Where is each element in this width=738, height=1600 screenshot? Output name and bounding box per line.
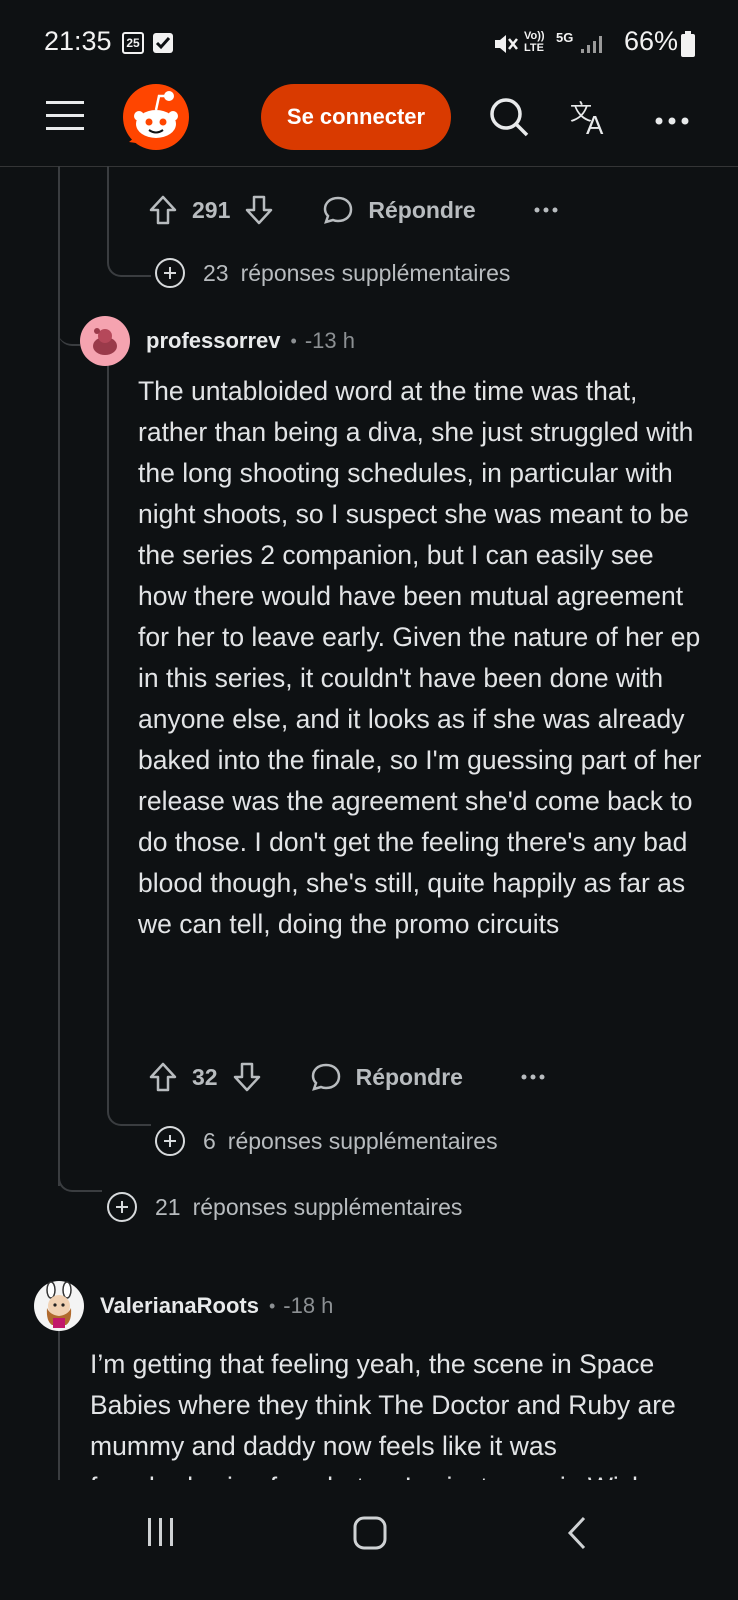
plus-icon [155,1126,185,1156]
search-icon[interactable] [488,96,530,143]
vote-count: 291 [192,196,231,223]
downvote-icon[interactable] [244,194,274,226]
home-icon[interactable] [353,1516,387,1555]
reply-button[interactable]: Répondre [322,194,476,226]
menu-icon[interactable] [46,98,84,134]
separator-dot: • [268,1295,276,1316]
thread-line-valeriana [58,1330,60,1500]
more-replies-count: 23 [203,259,229,286]
more-replies-button[interactable]: 21 réponses supplémentaires [107,1192,462,1222]
status-bar: 21:35 25 Vo)) LTE 5G 66% [0,0,738,68]
comment-more-icon[interactable] [534,206,558,214]
downvote-icon[interactable] [232,1061,262,1093]
battery-percent: 66% [623,26,678,56]
reply-label: Répondre [368,196,476,223]
mute-icon [493,32,519,61]
network-type-label: 5G [556,30,574,45]
avatar[interactable] [80,316,130,366]
thread-line-professorrev [107,362,109,1108]
comment-actions: 291 Répondre [148,190,558,230]
reply-button[interactable]: Répondre [310,1061,463,1093]
more-replies-label: réponses supplémentaires [227,1127,498,1154]
thread-elbow [58,1170,102,1192]
plus-icon [107,1192,137,1222]
comment-more-icon[interactable] [521,1073,545,1081]
volte-icon: Vo)) LTE [524,30,545,54]
back-icon[interactable] [566,1516,588,1555]
more-replies-count: 21 [155,1193,181,1220]
upvote-icon[interactable] [148,194,178,226]
recent-apps-icon[interactable] [146,1516,176,1553]
more-replies-button[interactable]: 23 réponses supplémentaires [155,258,510,288]
comment-icon [322,194,354,226]
comment-body: I’m getting that feeling yeah, the scene… [90,1349,676,1486]
status-time: 21:35 [44,26,112,56]
comment-author-row: professorrev • -13 h [80,316,355,366]
comment-icon [310,1061,342,1093]
vote-count: 32 [192,1063,218,1090]
plus-icon [155,258,185,288]
author-name[interactable]: professorrev [146,328,281,354]
more-replies-label: réponses supplémentaires [240,259,511,286]
overflow-menu-icon[interactable] [655,112,689,130]
thread-elbow [107,250,151,277]
calendar-icon: 25 [122,32,144,54]
author-name[interactable]: ValerianaRoots [100,1293,259,1319]
svg-text:A: A [586,110,604,138]
translate-icon[interactable]: 文A [570,98,612,143]
comment-age: -18 h [283,1293,334,1318]
signal-icon [580,34,606,59]
check-icon [152,32,174,59]
system-nav-bar [0,1480,738,1600]
login-button[interactable]: Se connecter [261,84,451,150]
comment-author-row: ValerianaRoots • -18 h [34,1281,333,1331]
thread-elbow [107,1100,151,1126]
more-replies-count: 6 [203,1127,216,1154]
avatar[interactable] [34,1281,84,1331]
more-replies-button[interactable]: 6 réponses supplémentaires [155,1126,498,1156]
comment-actions: 32 Répondre [148,1057,545,1097]
upvote-icon[interactable] [148,1061,178,1093]
comment-body: The untabloided word at the time was tha… [138,376,702,939]
battery-icon [681,31,695,62]
thread-elbow [58,260,80,346]
app-bar: Se connecter 文A [0,68,738,167]
reddit-logo-icon[interactable] [121,82,191,157]
reply-label: Répondre [355,1063,463,1090]
comment-age: -13 h [304,328,355,353]
thread-line-level1 [107,166,109,256]
separator-dot: • [290,330,297,351]
more-replies-label: réponses supplémentaires [192,1193,463,1220]
